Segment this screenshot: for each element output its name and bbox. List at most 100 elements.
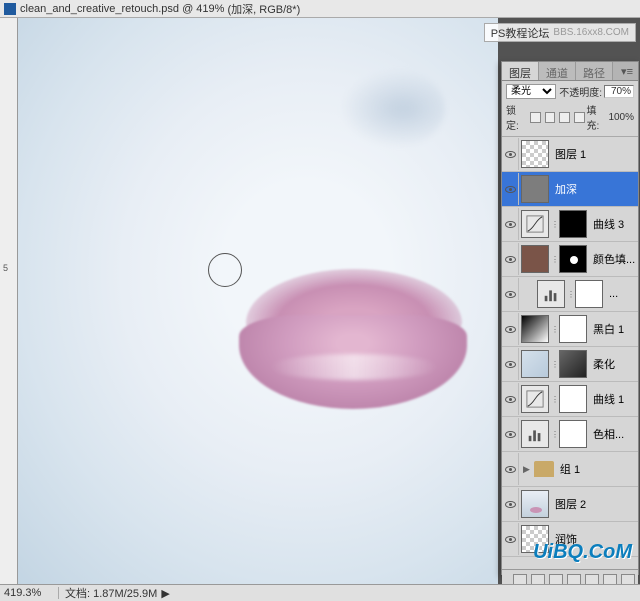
layer-name[interactable]: 颜色填... — [593, 251, 635, 267]
layer-name[interactable]: 图层 2 — [555, 496, 586, 512]
mask-thumb[interactable] — [559, 420, 587, 448]
mask-thumb[interactable] — [559, 350, 587, 378]
eye-icon — [505, 361, 516, 368]
status-arrow-icon[interactable]: ▶ — [161, 587, 169, 600]
layer-row[interactable]: 加深 — [502, 172, 638, 207]
fill-thumb[interactable] — [521, 245, 549, 273]
lip-highlight — [270, 354, 438, 379]
layer-name[interactable]: ... — [609, 288, 618, 300]
panel-menu-icon[interactable]: ▾≡ — [616, 62, 638, 80]
doc-size-label: 文档: — [65, 588, 90, 600]
layer-row[interactable]: 图层 1 — [502, 137, 638, 172]
visibility-toggle[interactable] — [503, 383, 519, 415]
brush-cursor — [208, 253, 242, 287]
visibility-toggle[interactable] — [503, 208, 519, 240]
eye-icon — [505, 291, 516, 298]
visibility-toggle[interactable] — [503, 313, 519, 345]
layer-row[interactable]: ⋮... — [502, 277, 638, 312]
layer-name[interactable]: 组 1 — [560, 461, 580, 477]
document-filename: clean_and_creative_retouch.psd — [20, 3, 179, 15]
eye-icon — [505, 396, 516, 403]
doc-size-value: 1.87M/25.9M — [93, 588, 157, 600]
panel-tabs: 图层 通道 路径 ▾≡ — [502, 62, 638, 81]
visibility-toggle[interactable] — [503, 418, 519, 450]
layer-row[interactable]: ⋮黑白 1 — [502, 312, 638, 347]
folder-icon[interactable] — [534, 461, 554, 477]
visibility-toggle[interactable] — [503, 453, 519, 485]
layer-thumb[interactable] — [521, 350, 549, 378]
layer-row[interactable]: ⋮ 曲线 3 — [502, 207, 638, 242]
mask-thumb[interactable] — [559, 315, 587, 343]
layer-row[interactable]: ⋮ 颜色填... — [502, 242, 638, 277]
visibility-toggle[interactable] — [503, 173, 519, 205]
mask-thumb[interactable] — [559, 245, 587, 273]
eye-icon — [505, 501, 516, 508]
layer-thumb[interactable] — [521, 140, 549, 168]
levels-adj-thumb[interactable] — [521, 420, 549, 448]
layer-name[interactable]: 加深 — [555, 181, 577, 197]
curves-adj-thumb[interactable] — [521, 210, 549, 238]
forum-text: PS教程论坛 — [491, 25, 550, 41]
lock-all-icon[interactable] — [574, 112, 585, 123]
tab-channels[interactable]: 通道 — [539, 62, 576, 80]
eye-icon — [505, 466, 516, 473]
visibility-toggle[interactable] — [503, 488, 519, 520]
eye-icon — [505, 536, 516, 543]
mask-thumb[interactable] — [559, 385, 587, 413]
fill-label: 填充: — [587, 102, 609, 132]
lock-position-icon[interactable] — [559, 112, 570, 123]
group-arrow-icon[interactable]: ▶ — [523, 464, 530, 475]
layer-thumb[interactable] — [521, 490, 549, 518]
tab-layers[interactable]: 图层 — [502, 62, 539, 80]
eye-icon — [505, 431, 516, 438]
bw-adj-thumb[interactable] — [521, 315, 549, 343]
layer-name[interactable]: 曲线 1 — [593, 391, 624, 407]
layer-name[interactable]: 图层 1 — [555, 146, 586, 162]
vertical-ruler[interactable]: 5 — [0, 18, 18, 584]
link-icon: ⋮ — [551, 220, 557, 229]
status-bar: 419.3% 文档: 1.87M/25.9M ▶ — [0, 584, 640, 601]
document-title-bar: clean_and_creative_retouch.psd @ 419% (加… — [0, 0, 640, 18]
document-mode: (加深, RGB/8*) — [228, 1, 301, 17]
visibility-toggle[interactable] — [503, 138, 519, 170]
lips — [234, 256, 474, 426]
layer-row[interactable]: ⋮柔化 — [502, 347, 638, 382]
mask-thumb[interactable] — [575, 280, 603, 308]
link-icon: ⋮ — [551, 255, 557, 264]
visibility-toggle[interactable] — [503, 348, 519, 380]
canvas[interactable] — [18, 18, 498, 584]
panel-controls: 柔光 不透明度: 70% 锁定: 填充: 100% — [502, 81, 638, 137]
layer-name[interactable]: 黑白 1 — [593, 321, 624, 337]
levels-adj-thumb[interactable] — [537, 280, 565, 308]
layers-list[interactable]: 图层 1 加深 ⋮ 曲线 3 ⋮ 颜色填... ⋮...⋮黑白 1⋮柔化 ⋮ 曲线 1 ⋮色相..… — [502, 137, 638, 569]
layer-name[interactable]: 柔化 — [593, 356, 615, 372]
eye-icon — [505, 256, 516, 263]
layers-panel: 图层 通道 路径 ▾≡ 柔光 不透明度: 70% 锁定: 填充: 100% 图层… — [501, 61, 639, 575]
forum-url: BBS.16xx8.COM — [553, 27, 629, 38]
link-icon: ⋮ — [551, 395, 557, 404]
lock-pixels-icon[interactable] — [545, 112, 556, 123]
nostril-shadow — [340, 69, 446, 148]
mask-thumb[interactable] — [559, 210, 587, 238]
opacity-value[interactable]: 70% — [604, 85, 634, 98]
lock-transparency-icon[interactable] — [530, 112, 541, 123]
fill-value[interactable]: 100% — [608, 112, 634, 123]
layer-thumb[interactable] — [521, 175, 549, 203]
eye-icon — [505, 326, 516, 333]
tab-paths[interactable]: 路径 — [576, 62, 613, 80]
layer-row[interactable]: ⋮ 曲线 1 — [502, 382, 638, 417]
status-zoom[interactable]: 419.3% — [4, 587, 59, 599]
curves-adj-thumb[interactable] — [521, 385, 549, 413]
layer-row[interactable]: ▶ 组 1 — [502, 452, 638, 487]
eye-icon — [505, 186, 516, 193]
visibility-toggle[interactable] — [503, 278, 519, 310]
blend-mode-select[interactable]: 柔光 — [506, 84, 556, 99]
layer-row[interactable]: 图层 2 — [502, 487, 638, 522]
face-image — [18, 18, 498, 584]
lock-label: 锁定: — [506, 102, 528, 132]
layer-name[interactable]: 曲线 3 — [593, 216, 624, 232]
layer-row[interactable]: ⋮色相... — [502, 417, 638, 452]
visibility-toggle[interactable] — [503, 523, 519, 555]
visibility-toggle[interactable] — [503, 243, 519, 275]
layer-name[interactable]: 色相... — [593, 426, 624, 442]
